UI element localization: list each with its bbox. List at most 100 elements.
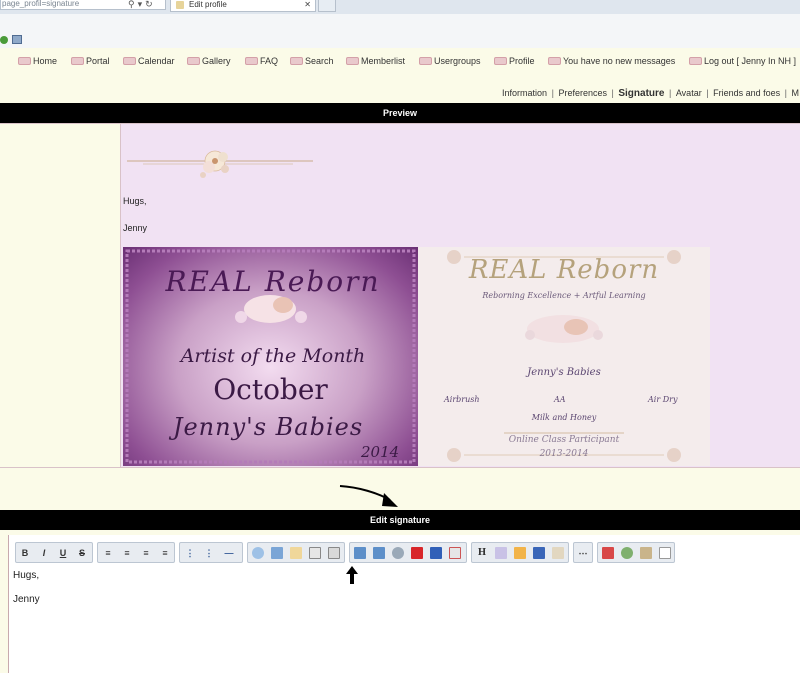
toolbar-group-align: ≡ ≡ ≡ ≡	[97, 542, 175, 563]
refresh-icon[interactable]: ↻	[145, 0, 156, 9]
preview-sidebar	[0, 124, 121, 467]
calendar-icon	[123, 57, 136, 65]
banner-artist-text: Artist of the Month	[180, 345, 366, 367]
certificate-airdry-text: Air Dry	[648, 395, 678, 404]
editor-area: B I U S ≡ ≡ ≡ ≡ ⋮ ⋮ — H ⋯ Hugs, Jenny	[0, 532, 800, 673]
underline-button[interactable]: U	[56, 546, 70, 560]
online-class-certificate-image: REAL Reborn Reborning Excellence + Artfu…	[418, 247, 710, 466]
profile-icon	[494, 57, 507, 65]
tab-edit-profile[interactable]: Edit profile ✕	[170, 0, 316, 12]
date-icon[interactable]	[602, 547, 614, 559]
toolbar-group-misc	[597, 542, 675, 563]
messages-icon	[548, 57, 561, 65]
subnav-more[interactable]: M	[791, 88, 800, 98]
search-icon	[290, 57, 303, 65]
preview-panel: Hugs, Jenny REAL Reborn Artist of the Mo…	[0, 123, 800, 468]
go-icon[interactable]	[0, 36, 8, 44]
hide-icon[interactable]	[309, 547, 321, 559]
faq-icon	[245, 57, 258, 65]
link-icon[interactable]	[392, 547, 404, 559]
highlight-icon[interactable]	[552, 547, 564, 559]
logout-icon	[689, 57, 702, 65]
close-icon[interactable]: ✕	[304, 0, 311, 10]
tab-title: Edit profile	[189, 0, 227, 9]
toolbar-group-more: ⋯	[573, 542, 593, 563]
subnav-avatar[interactable]: Avatar	[675, 88, 703, 98]
toolbar-group-lists: ⋮ ⋮ —	[179, 542, 243, 563]
nav-calendar[interactable]: Calendar	[123, 56, 175, 66]
font-size-icon[interactable]	[495, 547, 507, 559]
heading-button[interactable]: H	[475, 546, 489, 560]
toolbar-group-text-style: B I U S	[15, 542, 93, 563]
nav-search[interactable]: Search	[290, 56, 334, 66]
subnav-separator: |	[668, 88, 672, 98]
usergroups-icon	[419, 57, 432, 65]
bold-button[interactable]: B	[18, 546, 32, 560]
subnav-separator: |	[611, 88, 614, 98]
certificate-milk-text: Milk and Honey	[531, 413, 597, 422]
banner-year-text: 2014	[361, 443, 400, 461]
address-text: page_profil=signature	[2, 0, 80, 8]
subnav-separator: |	[784, 88, 787, 98]
strike-button[interactable]: S	[75, 546, 89, 560]
favicon-icon	[176, 1, 184, 9]
banner-name-text: Jenny's Babies	[172, 413, 364, 441]
align-left-icon[interactable]: ≡	[101, 546, 115, 560]
preview-title: Preview	[382, 108, 418, 118]
clear-format-icon[interactable]	[449, 547, 461, 559]
page-icon[interactable]	[12, 35, 22, 44]
preview-content: Hugs, Jenny REAL Reborn Artist of the Mo…	[121, 124, 800, 467]
certificate-aa-text: AA	[554, 395, 566, 404]
bullet-list-icon[interactable]: ⋮	[183, 546, 197, 560]
address-bar-icons[interactable]: ⚲▾↻	[128, 0, 156, 10]
profile-subnav: Information | Preferences | Signature | …	[0, 88, 800, 100]
certificate-years-text: 2013-2014	[539, 449, 589, 459]
flash-icon[interactable]	[430, 547, 442, 559]
subnav-information[interactable]: Information	[501, 88, 548, 98]
nav-logout[interactable]: Log out [ Jenny In NH ]	[689, 56, 796, 66]
quote-icon[interactable]	[252, 547, 264, 559]
horizontal-rule-icon[interactable]: —	[222, 546, 236, 560]
justify-icon[interactable]: ≡	[158, 546, 172, 560]
align-center-icon[interactable]: ≡	[120, 546, 134, 560]
preview-header: Preview	[0, 103, 800, 123]
nav-home[interactable]: Home	[18, 56, 57, 66]
more-options-icon[interactable]: ⋯	[576, 546, 590, 560]
subnav-signature[interactable]: Signature	[617, 88, 665, 99]
font-face-icon[interactable]	[533, 547, 545, 559]
nav-usergroups[interactable]: Usergroups	[419, 56, 481, 66]
image-icon[interactable]	[354, 547, 366, 559]
command-bar	[0, 14, 800, 48]
italic-button[interactable]: I	[37, 546, 51, 560]
nav-faq[interactable]: FAQ	[245, 56, 278, 66]
nav-gallery[interactable]: Gallery	[187, 56, 231, 66]
color-icon[interactable]	[514, 547, 526, 559]
nav-messages[interactable]: You have no new messages	[548, 56, 675, 66]
nav-portal[interactable]: Portal	[71, 56, 110, 66]
preview-signature-line1: Hugs,	[123, 196, 147, 206]
host-image-icon[interactable]	[373, 547, 385, 559]
code-icon[interactable]	[271, 547, 283, 559]
preview-signature-line2: Jenny	[123, 223, 148, 233]
paste-icon[interactable]	[640, 547, 652, 559]
memberlist-icon	[346, 57, 359, 65]
spoiler-icon[interactable]	[290, 547, 302, 559]
table-icon[interactable]	[328, 547, 340, 559]
artist-of-month-banner-image: REAL Reborn Artist of the Month October …	[123, 247, 418, 466]
signature-editor[interactable]: B I U S ≡ ≡ ≡ ≡ ⋮ ⋮ — H ⋯ Hugs, Jenny	[8, 535, 800, 673]
align-right-icon[interactable]: ≡	[139, 546, 153, 560]
preview-icon[interactable]	[621, 547, 633, 559]
nav-memberlist[interactable]: Memberlist	[346, 56, 405, 66]
source-mode-icon[interactable]	[659, 547, 671, 559]
nav-profile[interactable]: Profile	[494, 56, 535, 66]
search-icon[interactable]: ⚲	[128, 0, 138, 9]
numbered-list-icon[interactable]: ⋮	[202, 546, 216, 560]
certificate-name-text: Jenny's Babies	[527, 367, 601, 378]
certificate-subtitle-text: Reborning Excellence + Artful Learning	[482, 291, 646, 300]
new-tab-button[interactable]	[318, 0, 336, 12]
home-icon	[18, 57, 31, 65]
dropdown-icon[interactable]: ▾	[138, 0, 146, 9]
subnav-friends-foes[interactable]: Friends and foes	[712, 88, 781, 98]
youtube-icon[interactable]	[411, 547, 423, 559]
subnav-preferences[interactable]: Preferences	[557, 88, 608, 98]
